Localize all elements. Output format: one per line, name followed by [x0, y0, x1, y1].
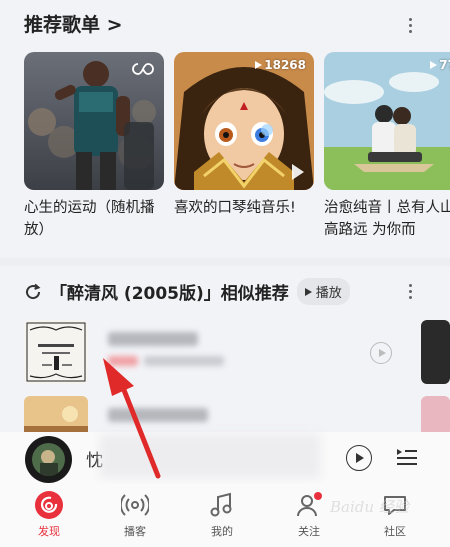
watermark-logo: Baidu 经验 [330, 498, 409, 516]
tab-label: 社区 [384, 525, 406, 538]
next-song-cover [421, 320, 450, 384]
playlist-carousel: 心生的运动（随机播放） 18268 喜欢的口琴纯音乐! 7 治愈纯音丨总有人山高… [24, 52, 450, 252]
playlist-description: 治愈纯音丨总有人山高路远 为你而 [324, 200, 450, 238]
playlist-cover: 18268 [174, 52, 314, 190]
tab-discover[interactable]: 发现 [19, 490, 79, 539]
play-count: 18268 [255, 58, 306, 72]
play-icon [304, 287, 312, 296]
tab-mine[interactable]: 我的 [192, 490, 252, 539]
next-song-cover [421, 396, 450, 436]
playlist-card[interactable]: 心生的运动（随机播放） [24, 52, 164, 241]
section-divider [0, 258, 450, 266]
mini-player[interactable]: 忱 [0, 432, 450, 484]
playlist-cover [24, 52, 164, 190]
song-title-blurred [108, 332, 198, 346]
music-note-icon [207, 490, 237, 520]
refresh-icon[interactable] [24, 283, 42, 301]
recommended-playlists-label: 推荐歌单 > [24, 14, 123, 36]
recommended-playlists-title[interactable]: 推荐歌单 > [24, 10, 123, 37]
play-count-icon [255, 61, 263, 69]
player-title-blurred [100, 434, 320, 478]
follow-icon [294, 490, 324, 520]
similar-recommend-header: 「醉清风 (2005版)」相似推荐 播放 [24, 278, 350, 305]
play-count-value: 77 [439, 58, 450, 72]
podcast-icon [120, 490, 150, 520]
tab-label: 播客 [124, 525, 146, 538]
playlist-card[interactable]: 18268 喜欢的口琴纯音乐! [174, 52, 314, 241]
album-disc[interactable] [25, 436, 72, 483]
play-count-value: 18268 [264, 58, 306, 72]
playlist-card[interactable]: 77 治愈纯音丨总有人山高路远 为你而 [324, 52, 450, 241]
tab-podcast[interactable]: 播客 [105, 490, 165, 539]
playlist-cover: 77 [324, 52, 450, 190]
more-options-icon[interactable] [400, 280, 420, 302]
song-cover [24, 320, 88, 384]
similar-recommend-title: 「醉清风 (2005版)」相似推荐 [50, 284, 289, 304]
playlist-description: 喜欢的口琴纯音乐! [174, 200, 296, 216]
tab-label: 关注 [298, 525, 320, 538]
playlist-description: 心生的运动（随机播放） [24, 200, 155, 238]
play-all-button[interactable]: 播放 [296, 278, 350, 305]
song-tag-blurred [108, 356, 138, 366]
loop-icon [132, 60, 154, 79]
play-count-icon [430, 61, 438, 69]
tab-label: 发现 [38, 525, 60, 538]
play-icon[interactable] [292, 164, 304, 180]
tab-label: 我的 [211, 525, 233, 538]
more-options-icon[interactable] [400, 14, 420, 36]
discover-icon [34, 490, 64, 520]
song-row[interactable] [24, 320, 450, 386]
play-count: 77 [430, 58, 450, 72]
playlist-queue-icon[interactable] [396, 446, 418, 470]
player-play-button[interactable] [346, 445, 372, 471]
play-all-label: 播放 [315, 286, 342, 301]
song-title-blurred [108, 408, 208, 422]
song-play-button[interactable] [370, 342, 392, 364]
song-artist-blurred [144, 356, 224, 366]
notification-dot [314, 492, 322, 500]
